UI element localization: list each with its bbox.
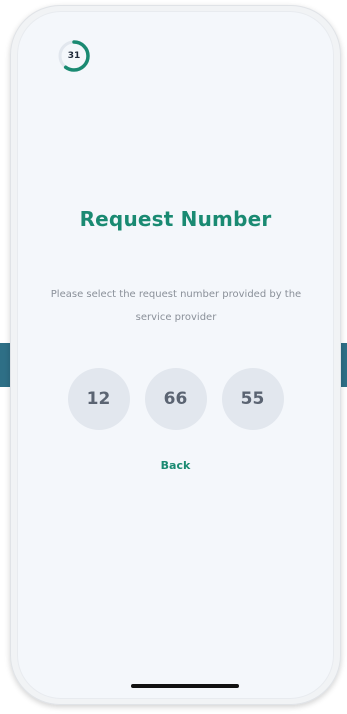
phone-screen: 31 Request Number Please select the requ… [17,11,334,699]
page-title: Request Number [79,207,272,231]
phone-frame: 31 Request Number Please select the requ… [10,5,341,705]
back-button[interactable]: Back [17,459,334,472]
page-subtitle: Please select the request number provide… [50,289,302,323]
request-number-options: 12 66 55 [17,368,334,430]
request-number-option[interactable]: 55 [221,368,284,430]
stage: 31 Request Number Please select the requ… [0,0,347,714]
left-side-tab [0,343,10,387]
timer-value: 31 [67,51,81,61]
request-number-option[interactable]: 12 [67,368,130,430]
home-indicator [131,684,239,688]
request-number-option[interactable]: 66 [144,368,207,430]
countdown-timer: 31 [57,39,91,73]
